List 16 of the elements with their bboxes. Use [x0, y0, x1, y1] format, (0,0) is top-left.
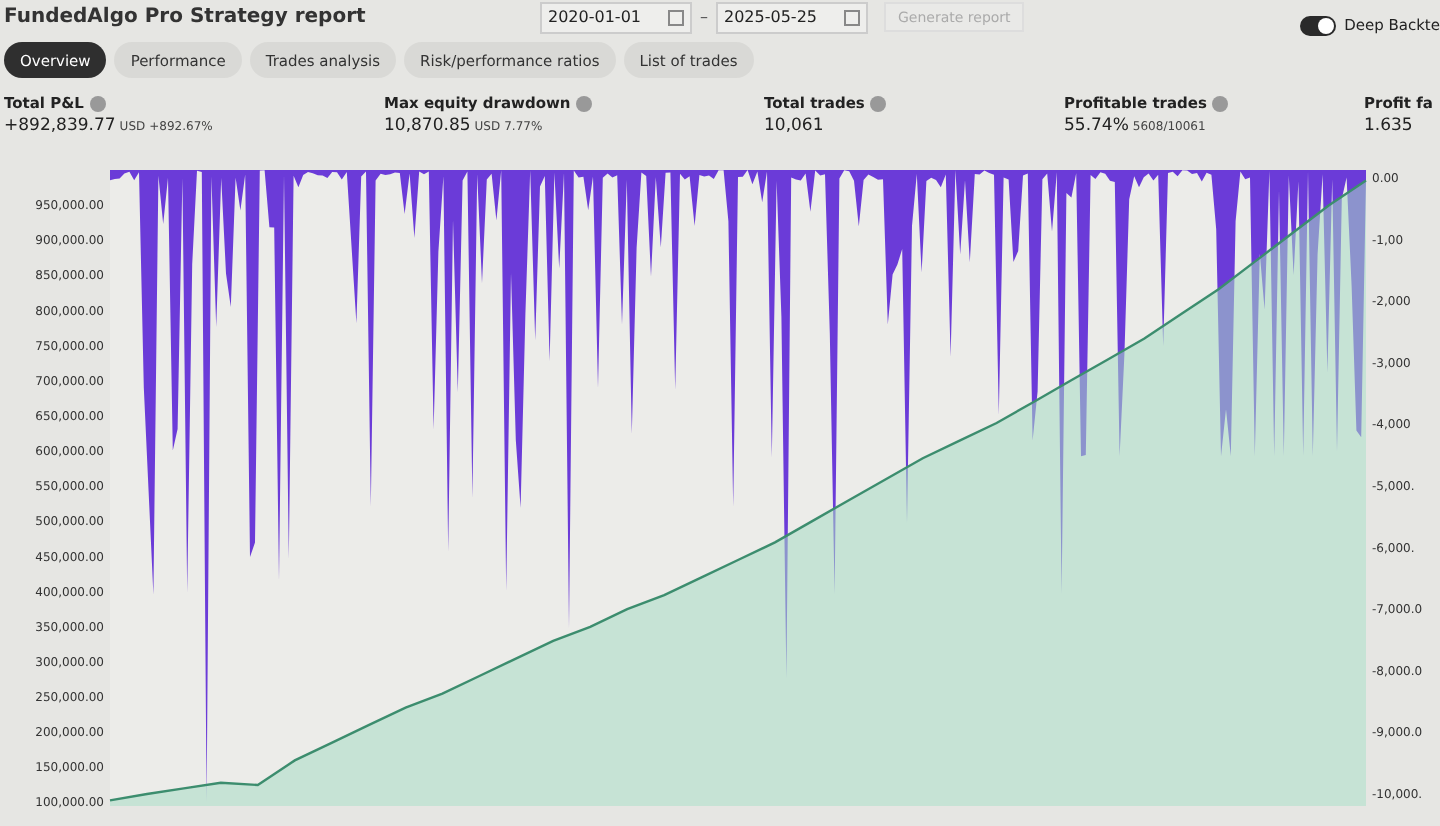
stat-value: 1.635	[1364, 116, 1413, 136]
stat-value: 10,061	[764, 116, 824, 136]
deep-backtest-toggle[interactable]	[1300, 15, 1337, 35]
info-icon[interactable]	[89, 95, 106, 111]
stat-value: +892,839.77	[4, 116, 116, 136]
calendar-icon	[668, 9, 684, 25]
info-icon[interactable]	[576, 95, 593, 111]
stat-value: 55.74%	[1064, 116, 1129, 136]
info-icon[interactable]	[1212, 95, 1229, 111]
end-date-field[interactable]: 2025-05-25	[716, 1, 868, 33]
report-title[interactable]: FundedAlgo Pro Strategy report	[0, 6, 540, 28]
start-date-field[interactable]: 2020-01-01	[540, 1, 692, 33]
date-separator: –	[700, 8, 708, 26]
info-icon[interactable]	[870, 95, 887, 111]
stat-value: 10,870.85	[384, 116, 471, 136]
calendar-icon	[844, 9, 860, 25]
